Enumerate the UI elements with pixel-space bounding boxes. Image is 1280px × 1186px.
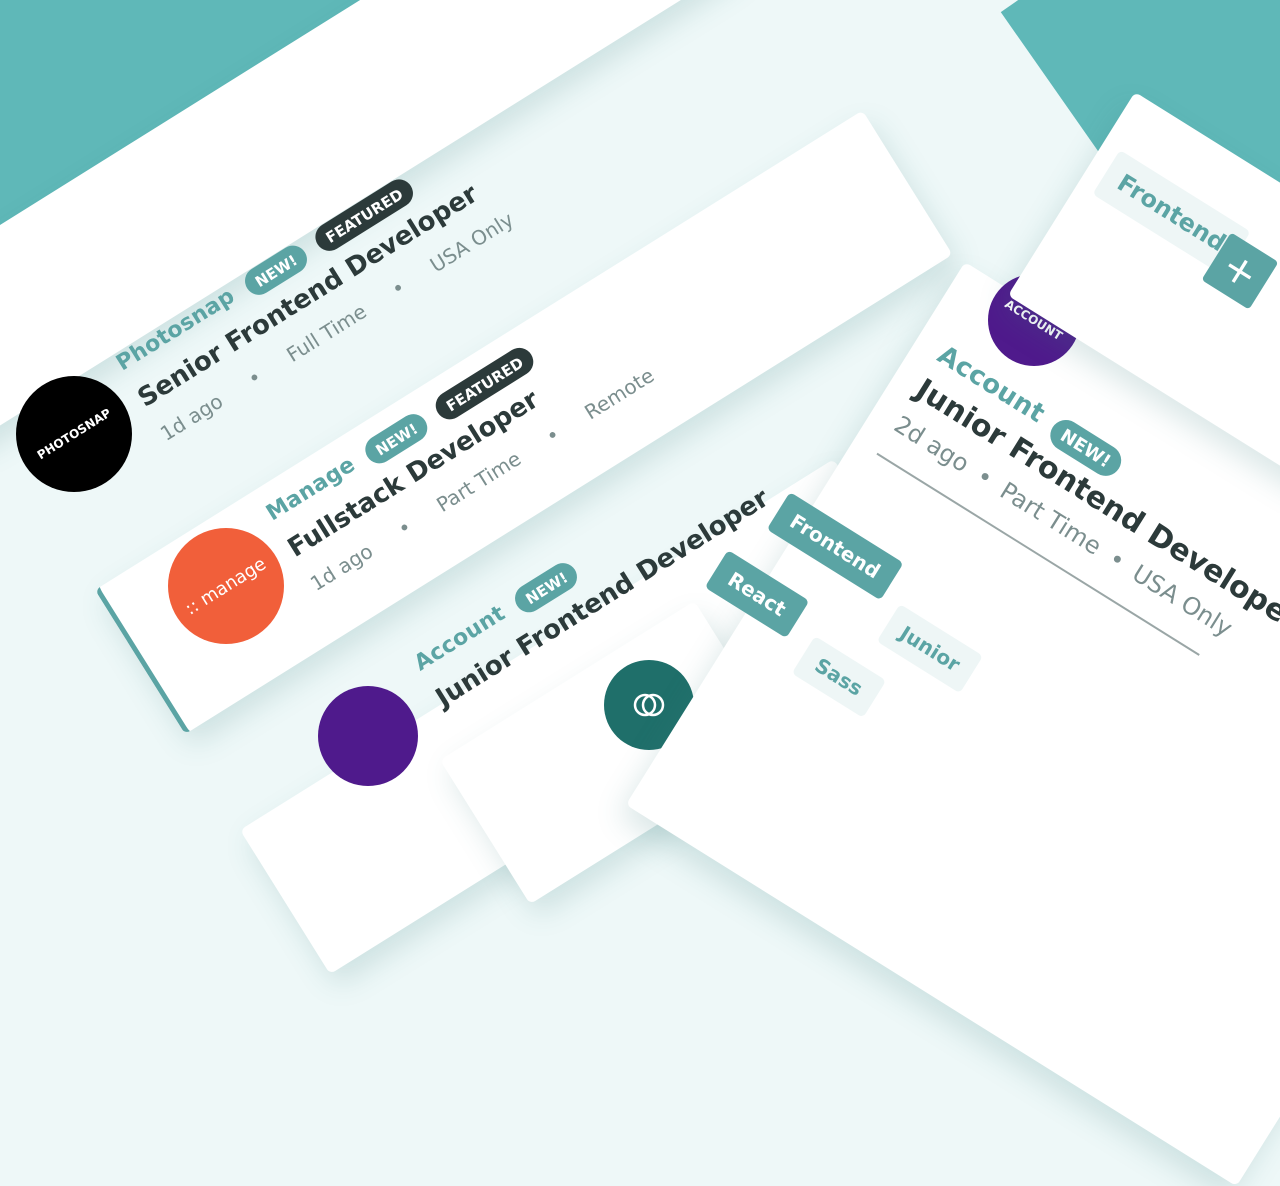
photosnap-logo: PHOTOSNAP	[16, 376, 132, 492]
plus-icon: +	[1213, 242, 1267, 300]
manage-logo: :: manage	[168, 528, 284, 644]
separator-dot: •	[1103, 544, 1131, 576]
separator-dot: •	[971, 461, 999, 493]
account-logo-small	[318, 686, 418, 786]
eyecam-logo-mark-icon	[633, 693, 665, 717]
separator-dot: •	[386, 274, 410, 302]
separator-dot: •	[243, 364, 266, 391]
